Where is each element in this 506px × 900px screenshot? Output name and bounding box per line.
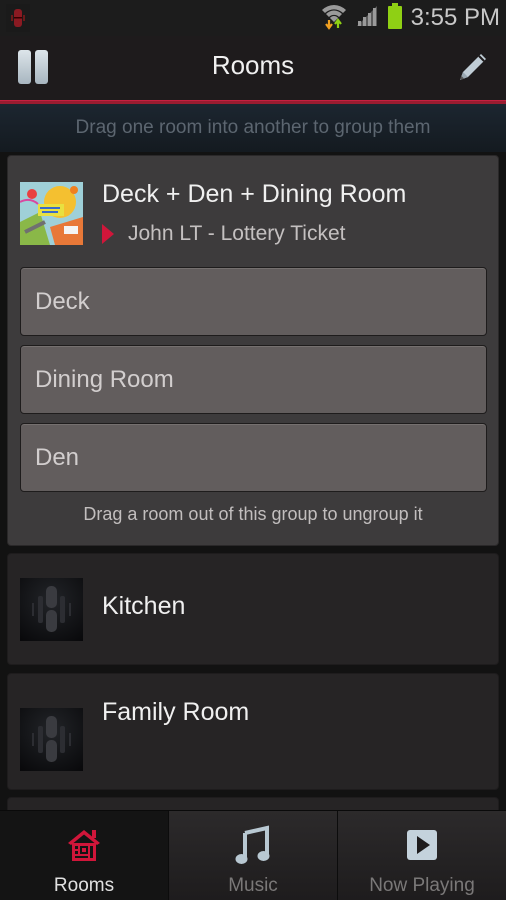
edit-button[interactable] — [452, 48, 492, 88]
room-name: Family Room — [102, 698, 250, 726]
tab-label: Rooms — [53, 875, 115, 896]
signal-icon — [355, 4, 379, 32]
group-hint-text: Drag one room into another to group them — [75, 117, 431, 138]
wifi-data-icon — [321, 2, 347, 34]
tab-rooms[interactable]: Rooms — [0, 811, 168, 900]
app-bar: Rooms — [0, 36, 506, 100]
now-playing-text: John LT - Lottery Ticket — [128, 222, 346, 245]
room-card-kitchen[interactable]: Kitchen — [7, 553, 499, 665]
play-box-icon — [402, 825, 442, 865]
member-room-name: Dining Room — [35, 365, 174, 393]
battery-icon — [387, 2, 403, 34]
status-bar: 3:55 PM — [0, 0, 506, 36]
playing-indicator-icon — [102, 224, 114, 244]
tab-label: Now Playing — [369, 875, 475, 896]
group-member-room[interactable]: Den — [20, 423, 487, 492]
ungroup-hint-text: Drag a room out of this group to ungroup… — [83, 504, 423, 524]
music-note-icon — [233, 825, 273, 865]
speaker-icon — [20, 708, 83, 771]
bottom-navigation: Rooms Music Now Playing — [0, 810, 506, 900]
member-room-name: Den — [35, 443, 80, 471]
now-playing-row: John LT - Lottery Ticket — [102, 222, 346, 246]
tab-label: Music — [228, 875, 278, 896]
room-name: Kitchen — [102, 592, 186, 620]
member-room-name: Deck — [35, 287, 90, 315]
tab-now-playing[interactable]: Now Playing — [337, 811, 506, 900]
speaker-icon — [20, 578, 83, 641]
group-title: Deck + Den + Dining Room — [102, 180, 407, 208]
album-art — [20, 182, 83, 245]
tab-music[interactable]: Music — [168, 811, 337, 900]
group-member-room[interactable]: Deck — [20, 267, 487, 336]
room-group-card[interactable]: Deck + Den + Dining Room John LT - Lotte… — [7, 155, 499, 546]
page-title: Rooms — [211, 50, 295, 80]
group-hint-bar: Drag one room into another to group them — [0, 104, 506, 152]
group-member-room[interactable]: Dining Room — [20, 345, 487, 414]
app-notification-icon — [6, 4, 30, 32]
room-card-family-room[interactable]: Family Room — [7, 673, 499, 790]
edit-pencil-icon — [460, 54, 486, 80]
house-icon — [64, 825, 104, 865]
clock: 3:55 PM — [410, 4, 500, 31]
